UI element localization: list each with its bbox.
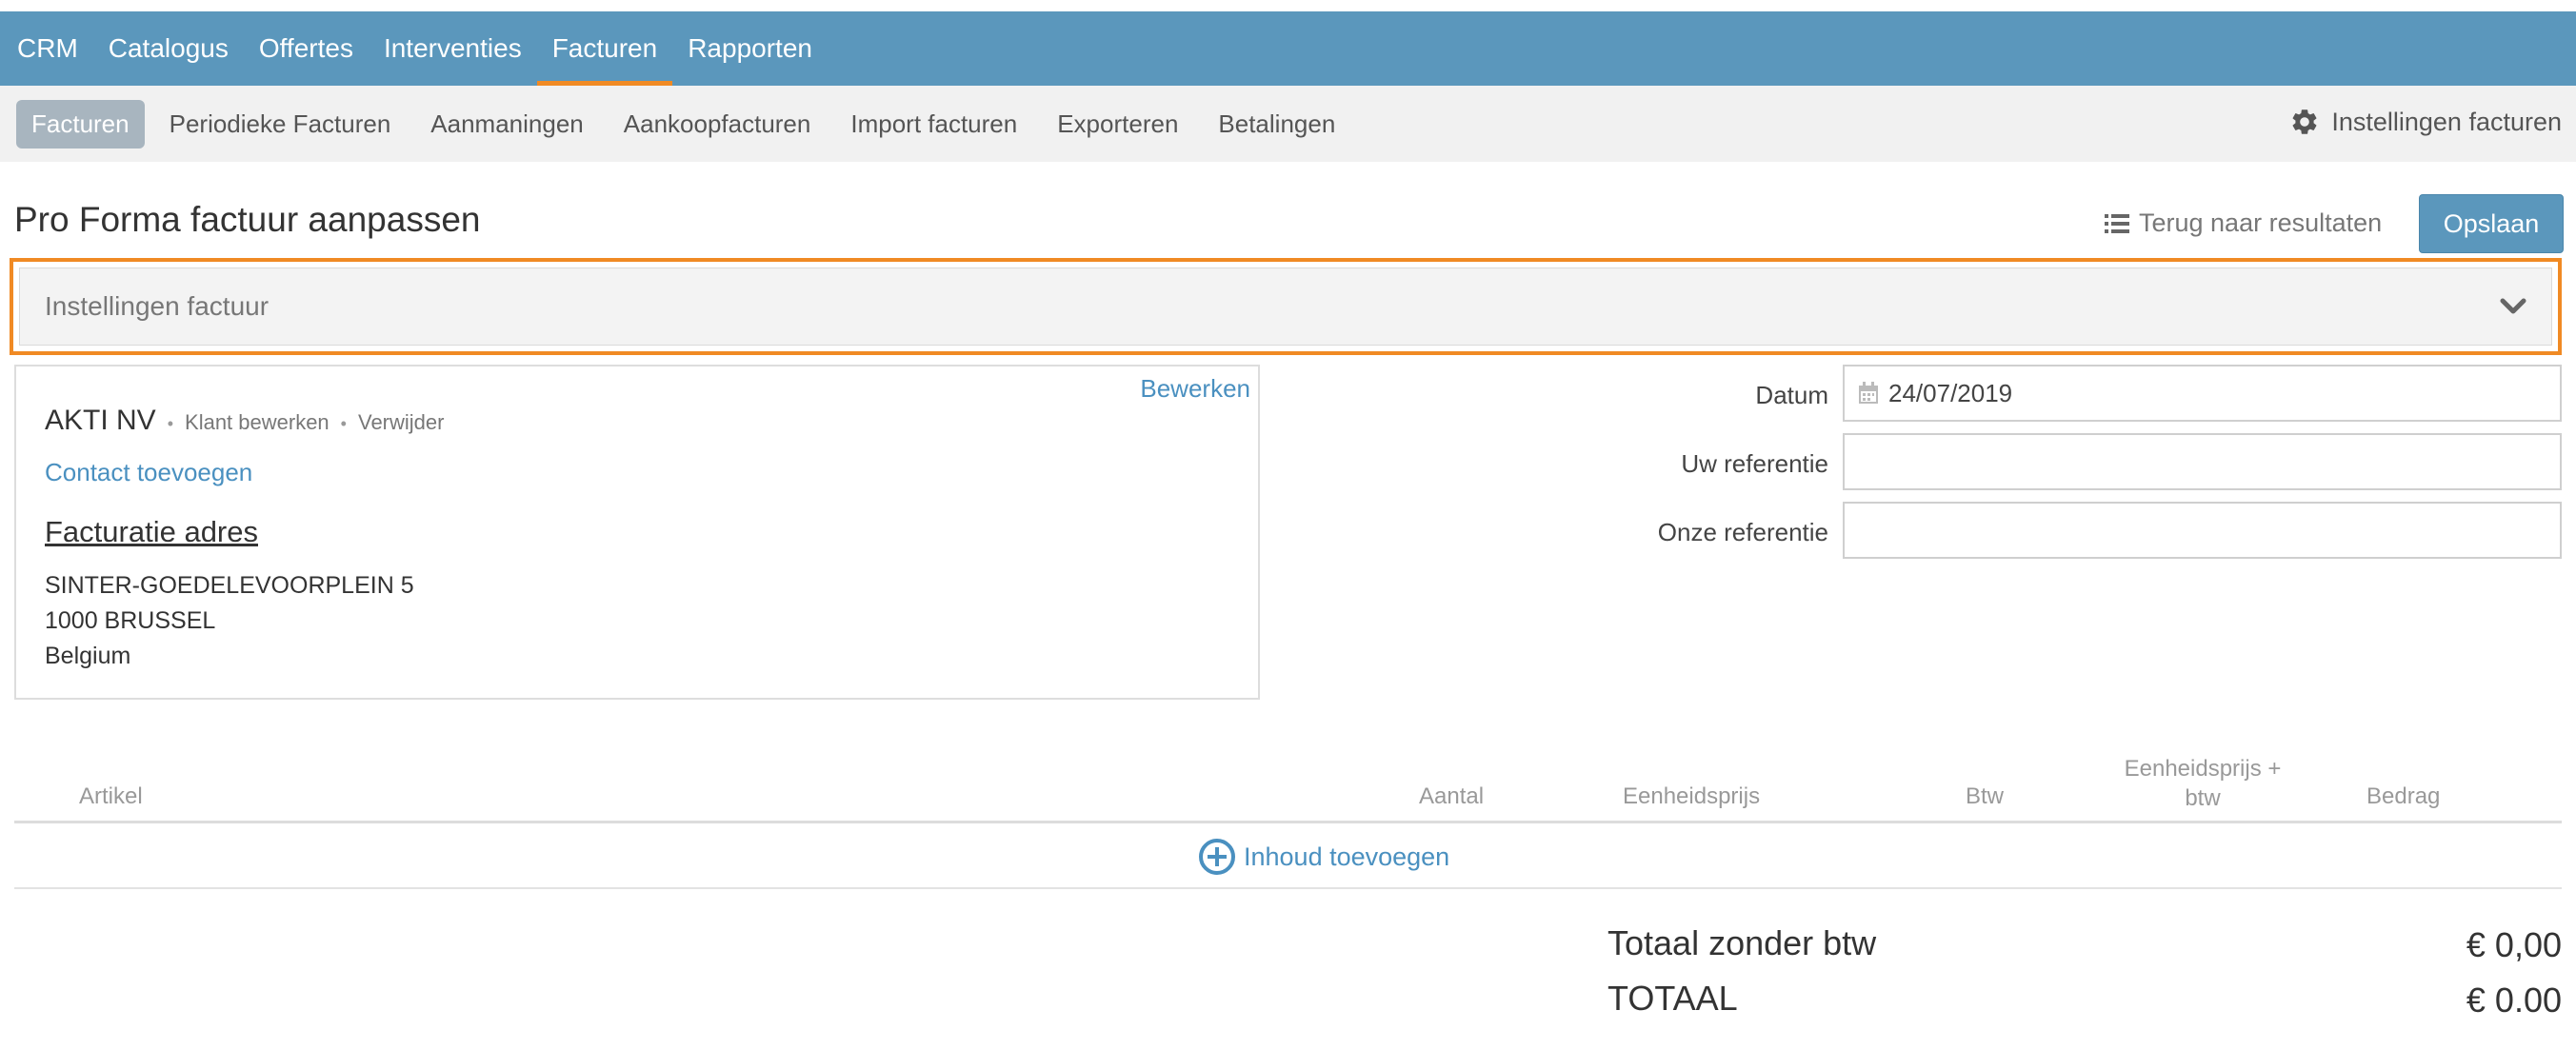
remove-client-link[interactable]: Verwijder	[358, 410, 444, 435]
date-value: 24/07/2019	[1888, 378, 2013, 407]
plus-circle-icon	[1199, 839, 1235, 875]
column-header-article: Artikel	[79, 783, 143, 809]
add-contact-link[interactable]: Contact toevoegen	[45, 458, 252, 487]
column-header-quantity: Aantal	[1419, 783, 1485, 809]
chevron-down-icon	[2500, 298, 2526, 314]
your-reference-field[interactable]	[1843, 433, 2562, 490]
client-name-row: AKTI NV • Klant bewerken • Verwijder	[45, 405, 444, 437]
column-header-amount: Bedrag	[2366, 783, 2441, 809]
back-to-results-link[interactable]: Terug naar resultaten	[2105, 208, 2382, 238]
address-line-city: 1000 BRUSSEL	[45, 607, 216, 634]
sub-nav-item-import-facturen[interactable]: Import facturen	[835, 100, 1032, 149]
table-header-divider	[14, 821, 2562, 823]
subtotal-value: € 0,00	[2466, 925, 2562, 964]
client-card: Bewerken AKTI NV • Klant bewerken • Verw…	[14, 365, 1260, 700]
main-nav-item-facturen[interactable]: Facturen	[536, 11, 673, 86]
edit-client-block-link[interactable]: Bewerken	[1140, 374, 1250, 404]
list-icon	[2105, 213, 2129, 233]
edit-client-link[interactable]: Klant bewerken	[185, 410, 329, 435]
gear-icon	[2292, 109, 2317, 134]
billing-address-title: Facturatie adres	[45, 515, 258, 548]
page-title: Pro Forma factuur aanpassen	[14, 200, 481, 239]
invoice-settings-panel-label: Instellingen factuur	[45, 291, 270, 321]
calendar-icon	[1859, 382, 1878, 404]
date-field[interactable]: 24/07/2019	[1843, 365, 2562, 422]
sub-nav: Facturen Periodieke Facturen Aanmaningen…	[0, 86, 2576, 162]
main-nav-item-rapporten[interactable]: Rapporten	[672, 11, 828, 86]
invoice-settings-label: Instellingen facturen	[2331, 107, 2562, 136]
top-strip	[0, 0, 2576, 11]
add-content-label: Inhoud toevoegen	[1244, 842, 1450, 871]
sub-nav-item-betalingen[interactable]: Betalingen	[1203, 100, 1350, 149]
address-line-country: Belgium	[45, 643, 131, 669]
column-header-unit-price-vat-line1: Eenheidsprijs +	[2124, 756, 2282, 782]
main-nav-item-offertes[interactable]: Offertes	[244, 11, 369, 86]
date-label: Datum	[1755, 381, 1828, 409]
invoice-settings-toggle[interactable]: Instellingen factuur	[19, 267, 2552, 346]
separator-dot: •	[340, 414, 347, 433]
our-reference-field[interactable]	[1843, 502, 2562, 559]
main-nav: CRM Catalogus Offertes Interventies Fact…	[0, 11, 2576, 86]
sub-nav-item-exporteren[interactable]: Exporteren	[1042, 100, 1193, 149]
your-reference-label: Uw referentie	[1681, 449, 1828, 478]
invoice-settings-panel: Instellingen factuur	[10, 258, 2562, 355]
separator-dot: •	[167, 414, 174, 433]
add-content-button[interactable]: Inhoud toevoegen	[1198, 838, 1449, 876]
client-name: AKTI NV	[45, 405, 156, 436]
sub-nav-item-aankoopfacturen[interactable]: Aankoopfacturen	[609, 100, 827, 149]
invoice-settings-link[interactable]: Instellingen facturen	[2289, 107, 2562, 137]
subtotal-label: Totaal zonder btw	[1608, 923, 1877, 962]
sub-nav-item-aanmaningen[interactable]: Aanmaningen	[415, 100, 598, 149]
sub-nav-item-periodieke-facturen[interactable]: Periodieke Facturen	[154, 100, 407, 149]
column-header-unit-price: Eenheidsprijs	[1623, 783, 1761, 809]
save-button[interactable]: Opslaan	[2419, 194, 2564, 253]
table-footer-divider	[14, 887, 2562, 889]
our-reference-label: Onze referentie	[1657, 518, 1828, 546]
total-label: TOTAAL	[1608, 979, 1738, 1018]
billing-address: SINTER-GOEDELEVOORPLEIN 5 1000 BRUSSEL B…	[45, 568, 414, 674]
main-nav-item-catalogus[interactable]: Catalogus	[93, 11, 244, 86]
column-header-vat: Btw	[1966, 783, 2005, 809]
back-to-results-label: Terug naar resultaten	[2139, 208, 2383, 237]
total-value: € 0.00	[2466, 981, 2562, 1020]
column-header-unit-price-vat-line2: btw	[2185, 785, 2221, 811]
sub-nav-item-facturen[interactable]: Facturen	[16, 99, 145, 149]
column-header-unit-price-vat: Eenheidsprijs + btw	[2098, 754, 2307, 813]
address-line-street: SINTER-GOEDELEVOORPLEIN 5	[45, 572, 414, 599]
main-nav-item-crm[interactable]: CRM	[0, 11, 93, 86]
main-nav-item-interventies[interactable]: Interventies	[369, 11, 537, 86]
